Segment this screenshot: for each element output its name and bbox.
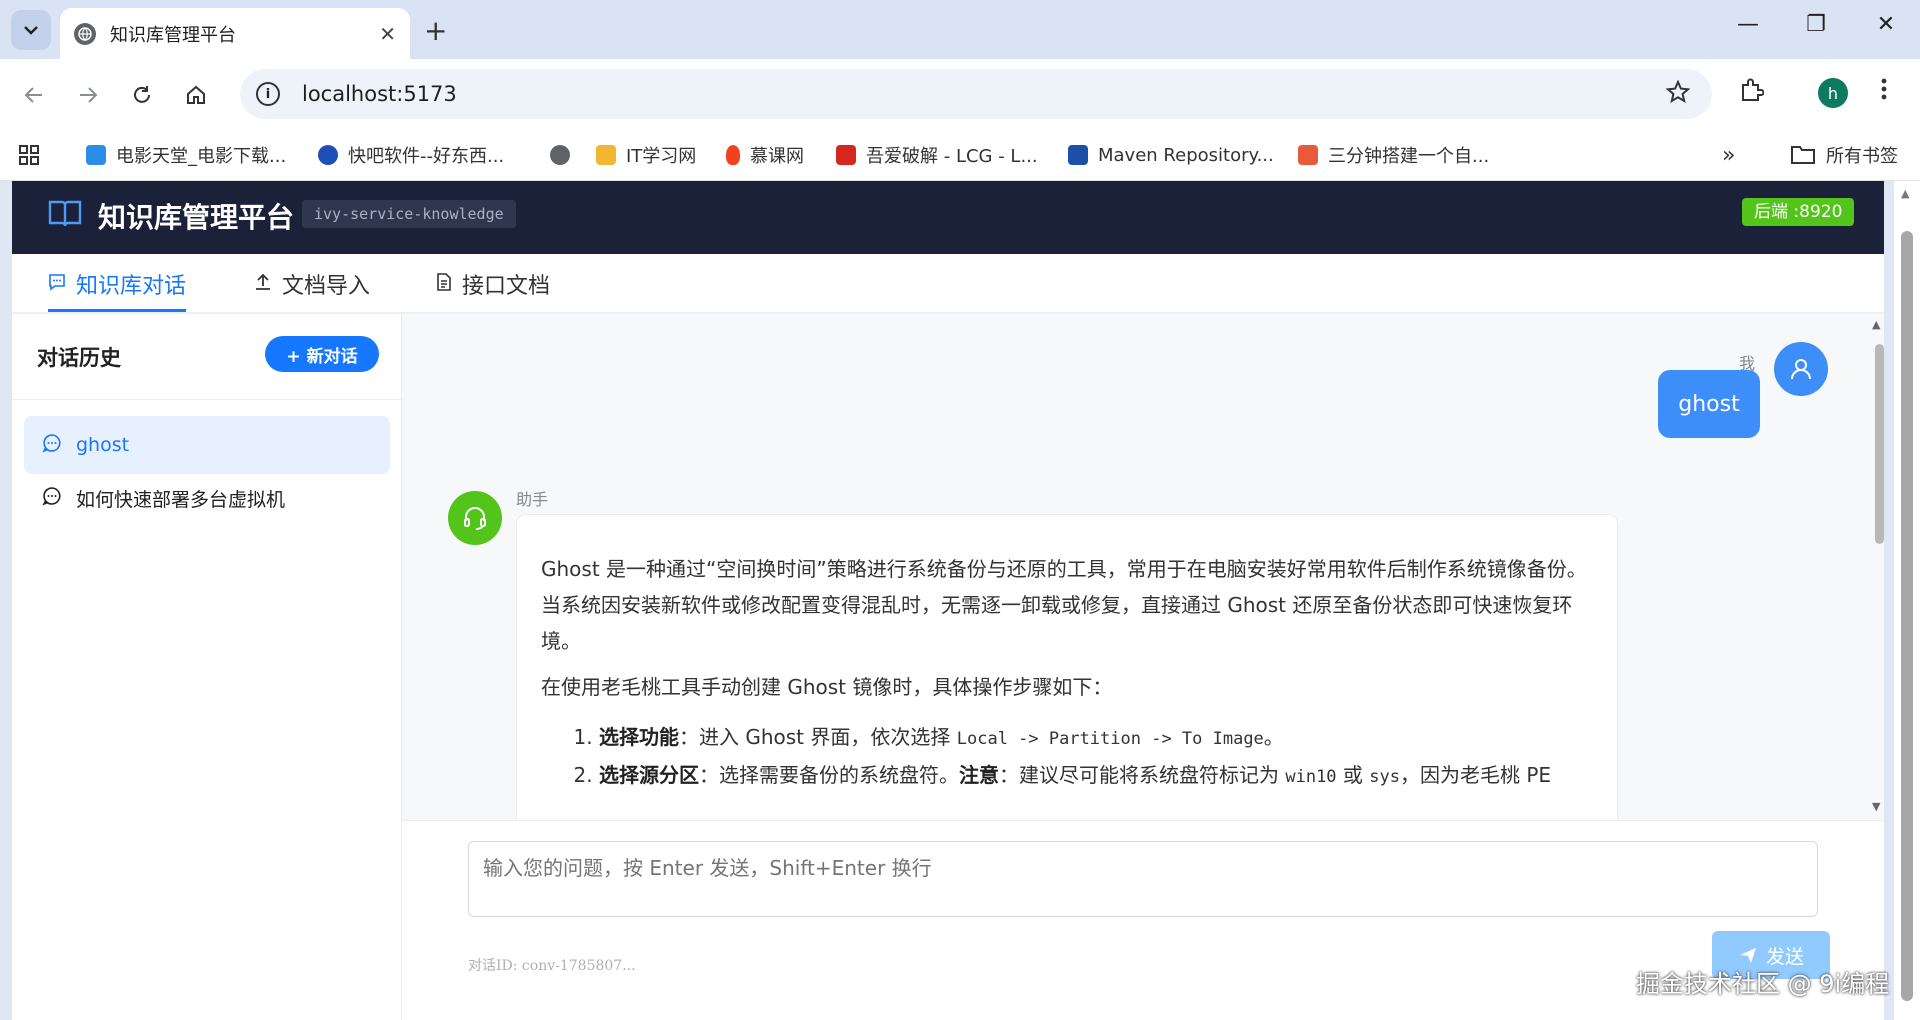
url-text: localhost:5173 [302,82,457,106]
send-icon [1739,948,1756,963]
app-tabs: 知识库对话 文档导入 接口文档 [12,254,1884,314]
scroll-up-icon[interactable]: ▲ [1901,187,1909,200]
chat-bubble-icon [42,486,62,511]
movie-site-icon [86,145,106,165]
answer-paragraph: Ghost 是一种通过“空间换时间”策略进行系统备份与还原的工具，常用于在电脑安… [541,557,1587,653]
bookmark-item[interactable]: 快吧软件--好东西... [318,139,504,171]
close-window-button[interactable]: ✕ [1866,12,1906,37]
forward-button[interactable] [70,77,106,113]
sidebar-title: 对话历史 [37,346,121,370]
scroll-down-icon[interactable]: ▼ [1872,800,1880,813]
app-brand: 知识库管理平台 [98,201,295,234]
site-info-icon[interactable]: i [256,82,280,106]
tab-title: 知识库管理平台 [110,24,236,46]
arrow-right-icon [80,87,98,103]
answer-step: 选择源分区：选择需要备份的系统盘符。注意：建议尽可能将系统盘符标记为 win10… [599,757,1593,795]
browser-toolbar: i localhost:5173 [0,59,1920,131]
conversation-id: 对话ID: conv-1785807... [468,958,636,974]
browser-tabstrip: 知识库管理平台 ✕ + — ❐ ✕ [0,0,1920,59]
home-icon [187,85,205,104]
message-list[interactable]: 我 ghost 助手 Ghost 是一种通过“空间换时间”策略进行系统备份与还原… [402,314,1884,820]
bookmark-item[interactable] [550,139,580,171]
answer-paragraph: 在使用老毛桃工具手动创建 Ghost 镜像时，具体操作步骤如下： [541,675,1113,699]
address-bar[interactable]: i localhost:5173 [240,69,1712,119]
globe-icon [550,145,570,165]
folder-icon [1791,146,1815,164]
close-tab-icon[interactable]: ✕ [379,22,396,46]
tab-api-docs[interactable]: 接口文档 [436,268,550,312]
app-header: 知识库管理平台 ivy-service-knowledge 后端 :8920 [12,181,1884,254]
envelope-icon [596,145,616,165]
restore-button[interactable]: ❐ [1796,12,1836,37]
extensions-icon[interactable] [1738,77,1765,107]
new-tab-button[interactable]: + [424,14,447,47]
bookmark-item[interactable]: 三分钟搭建一个自... [1298,139,1489,171]
backend-status-badge: 后端 :8920 [1742,198,1855,226]
assistant-avatar [448,491,502,545]
assistant-label: 助手 [516,490,549,509]
kebab-menu-icon[interactable] [1880,77,1888,105]
bookmark-item[interactable]: 慕课网 [726,139,804,171]
scroll-up-icon[interactable]: ▲ [1872,318,1880,331]
minimize-button[interactable]: — [1728,12,1768,37]
all-bookmarks[interactable]: 所有书签 [1790,139,1898,171]
tab-document-import[interactable]: 文档导入 [254,268,370,312]
conversation-item[interactable]: ghost [24,416,390,474]
bookmark-star-icon[interactable] [1665,79,1691,108]
chat-scrollbar-thumb[interactable] [1875,344,1884,544]
profile-avatar[interactable]: h [1818,78,1848,108]
more-bookmarks-icon[interactable]: » [1722,139,1735,171]
chat-bubble-icon [42,433,62,458]
message-icon [48,272,66,297]
user-avatar [1774,342,1828,396]
user-icon [1791,359,1811,380]
headset-icon [464,507,486,530]
answer-step: 选择功能：进入 Ghost 界面，依次选择 Local -> Partition… [599,719,1593,757]
assistant-message-bubble: Ghost 是一种通过“空间换时间”策略进行系统备份与还原的工具，常用于在电脑安… [516,514,1618,820]
new-chat-button[interactable]: + 新对话 [265,336,379,372]
kuaiba-site-icon [318,145,338,165]
page-scrollbar-thumb[interactable] [1901,231,1913,1001]
service-tag: ivy-service-knowledge [302,200,516,228]
arrow-left-icon [24,87,42,103]
52pojie-icon [836,145,856,165]
bookmark-item[interactable]: 电影天堂_电影下载... [86,139,286,171]
flame-icon [726,145,740,165]
browser-tab[interactable]: 知识库管理平台 ✕ [60,8,410,59]
conversation-sidebar: 对话历史 + 新对话 ghost 如何快速部署多台虚拟机 [12,314,402,1020]
globe-icon [74,22,96,45]
question-input[interactable] [468,841,1818,917]
user-message-bubble: ghost [1658,370,1760,438]
bookmarks-bar: 电影天堂_电影下载... 快吧软件--好东西... IT学习网 慕课网 吾爱破解… [0,131,1920,181]
chat-main: 我 ghost 助手 Ghost 是一种通过“空间换时间”策略进行系统备份与还原… [402,314,1884,1020]
reload-icon [134,86,150,103]
upload-icon [254,272,272,297]
tab-knowledge-chat[interactable]: 知识库对话 [48,268,187,312]
watermark: 掘金技术社区 @ 9i编程 [1636,970,1890,998]
page-scrollbar[interactable]: ▲ [1894,181,1920,1020]
conversation-item[interactable]: 如何快速部署多台虚拟机 [24,469,390,527]
file-text-icon [436,272,452,297]
app-root: 知识库管理平台 ivy-service-knowledge 后端 :8920 知… [12,181,1884,1020]
answer-steps: 选择功能：进入 Ghost 界面，依次选择 Local -> Partition… [541,719,1593,795]
chevron-down-icon [24,26,38,35]
bookmark-item[interactable]: IT学习网 [596,139,696,171]
bookmark-item[interactable]: Maven Repository... [1068,139,1274,171]
home-button[interactable] [178,77,214,113]
bookmark-item[interactable]: 吾爱破解 - LCG - L... [836,139,1038,171]
book-icon [48,199,82,233]
jian-icon [1298,145,1318,165]
sidebar-header: 对话历史 + 新对话 [12,314,402,400]
tab-search-button[interactable] [11,10,51,50]
reload-button[interactable] [124,77,160,113]
maven-icon [1068,145,1088,165]
apps-grid-icon[interactable] [18,139,40,171]
back-button[interactable] [16,77,52,113]
